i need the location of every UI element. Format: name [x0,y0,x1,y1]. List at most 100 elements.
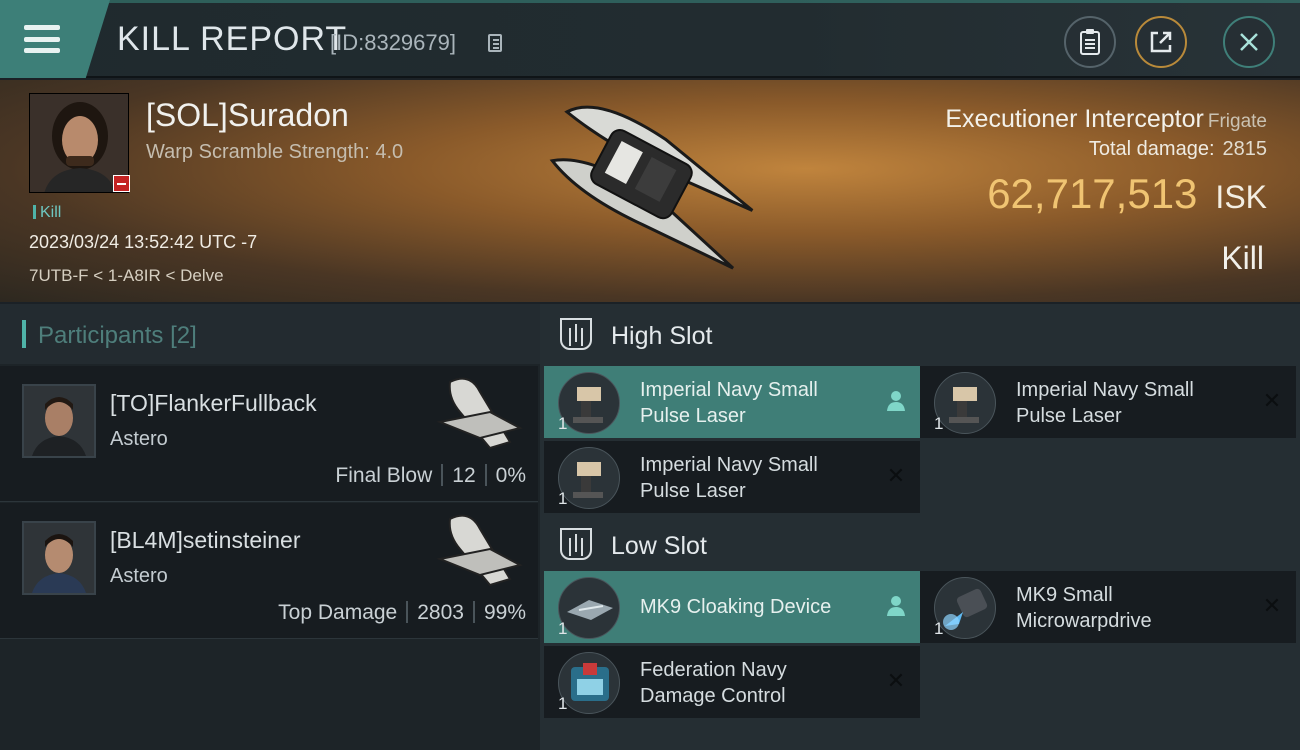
menu-button[interactable] [0,0,110,78]
kill-datetime: 2023/03/24 13:52:42 UTC -7 [29,232,258,252]
share-icon [1150,31,1172,53]
participant-stats: Top Damage 2803 99% [278,601,526,625]
participant-damage: 12 [452,464,476,487]
module-name-line1: MK9 Small [1016,584,1113,606]
participant-row[interactable]: [TO]FlankerFullback Astero Final Blow 12 0… [0,366,538,502]
page-title: KILL REPORT [117,20,348,58]
participant-percent: 0% [495,464,526,487]
participant-role: Top Damage [278,601,398,624]
module-name: MK9 Small Microwarpdrive [1016,582,1246,634]
high-slot-label: High Slot [611,322,713,350]
module-name-line1: MK9 Cloaking Device [640,596,832,618]
victim-name[interactable]: [SOL]Suradon [146,97,349,134]
participant-portrait-image [24,523,94,593]
module-name: Imperial Navy Small Pulse Laser [640,452,870,504]
participant-percent: 99% [483,601,526,624]
module-quantity: 1 [558,694,568,713]
high-slot-header: High Slot [540,304,1300,366]
hamburger-icon [24,25,60,53]
victim-ship-image[interactable] [520,90,780,290]
participant-ship: Astero [110,565,168,587]
kill-location[interactable]: 7UTB-F < 1-A8IR < Delve [29,266,224,286]
participant-name[interactable]: [BL4M]setinsteiner [110,527,300,554]
module-quantity: 1 [558,414,568,433]
module-name-line2: Pulse Laser [640,405,746,427]
participant-name[interactable]: [TO]FlankerFullback [110,390,317,417]
participant-ship: Astero [110,428,168,450]
top-bar: KILL REPORT [ID:8329679] [0,0,1300,78]
participants-header: Participants [2] [0,304,540,364]
participant-role: Final Blow [335,464,433,487]
module-quantity: 1 [558,489,568,508]
module-quantity: 1 [558,619,568,638]
module-name-line2: Damage Control [640,685,786,707]
loss-badge [113,175,130,192]
stat-divider [484,464,487,486]
copy-id-icon[interactable] [488,34,502,52]
isk-amount: 62,717,513 [987,170,1198,217]
module-quantity: 1 [934,619,944,638]
ship-name[interactable]: Executioner Interceptor [945,105,1203,133]
clipboard-button[interactable] [1064,16,1116,68]
module-name: MK9 Cloaking Device [640,594,870,620]
module-name-line2: Pulse Laser [1016,405,1122,427]
module-name-line1: Imperial Navy Small [640,454,818,476]
isk-value: 62,717,513 ISK [987,170,1267,218]
clipboard-icon [1080,29,1100,55]
stat-divider [472,601,475,623]
dropped-person-icon [887,596,905,616]
participant-portrait-image [24,386,94,456]
participant-avatar[interactable]: ★ [22,521,96,595]
participant-ship-image[interactable] [430,509,526,595]
module-name-line2: Pulse Laser [640,480,746,502]
share-button[interactable] [1135,16,1187,68]
module-name-line2: Microwarpdrive [1016,610,1152,632]
module-item[interactable]: 1 Federation Navy Damage Control ✕ [544,646,920,718]
participant-avatar[interactable] [22,384,96,458]
ship-class: Frigate [1207,111,1267,132]
module-name: Imperial Navy Small Pulse Laser [640,377,870,429]
kill-result: Kill [1221,240,1264,276]
header-accent-bar [22,320,26,348]
star-icon: ★ [95,589,96,595]
module-name-line1: Imperial Navy Small [640,379,818,401]
module-name: Federation Navy Damage Control [640,657,870,709]
participants-title-text: Participants [38,322,164,349]
module-item[interactable]: 1 MK9 Small Microwarpdrive ✕ [920,571,1296,643]
isk-unit: ISK [1215,179,1267,215]
low-slot-header: Low Slot [540,514,1300,576]
module-name: Imperial Navy Small Pulse Laser [1016,377,1246,429]
participant-row[interactable]: ★ [BL4M]setinsteiner Astero Top Damage 28… [0,503,538,639]
low-slot-icon [560,528,592,560]
kill-tag: Kill [33,204,61,222]
destroyed-x-icon: ✕ [886,463,906,488]
module-item[interactable]: 1 MK9 Cloaking Device [544,571,920,643]
fitting-panel: High Slot 1 Imperial Navy Small Pulse La… [540,304,1300,750]
stat-divider [406,601,409,623]
destroyed-x-icon: ✕ [1262,593,1282,618]
high-slot-icon [560,318,592,350]
module-quantity: 1 [934,414,944,433]
victim-ship-type: Executioner Interceptor Frigate [945,105,1267,134]
warp-scramble-strength: Warp Scramble Strength: 4.0 [146,141,404,163]
destroyed-x-icon: ✕ [886,668,906,693]
dropped-person-icon [887,391,905,411]
participants-panel: Participants [2] [TO]FlankerFullback Ast… [0,304,540,750]
destroyed-x-icon: ✕ [1262,388,1282,413]
participants-count: [2] [170,322,197,349]
participant-ship-image[interactable] [430,372,526,458]
total-damage: Total damage: 2815 [1089,138,1267,161]
module-item[interactable]: 1 Imperial Navy Small Pulse Laser ✕ [920,366,1296,438]
module-name-line1: Federation Navy [640,659,787,681]
participant-damage: 2803 [417,601,464,624]
stat-divider [441,464,444,486]
low-slot-label: Low Slot [611,532,707,560]
module-name-line1: Imperial Navy Small [1016,379,1194,401]
module-item[interactable]: 1 Imperial Navy Small Pulse Laser [544,366,920,438]
participant-stats: Final Blow 12 0% [335,464,526,488]
module-item[interactable]: 1 Imperial Navy Small Pulse Laser ✕ [544,441,920,513]
total-damage-label: Total damage: [1088,138,1215,160]
close-button[interactable] [1223,16,1275,68]
total-damage-value: 2815 [1222,138,1268,160]
close-icon [1240,33,1258,51]
